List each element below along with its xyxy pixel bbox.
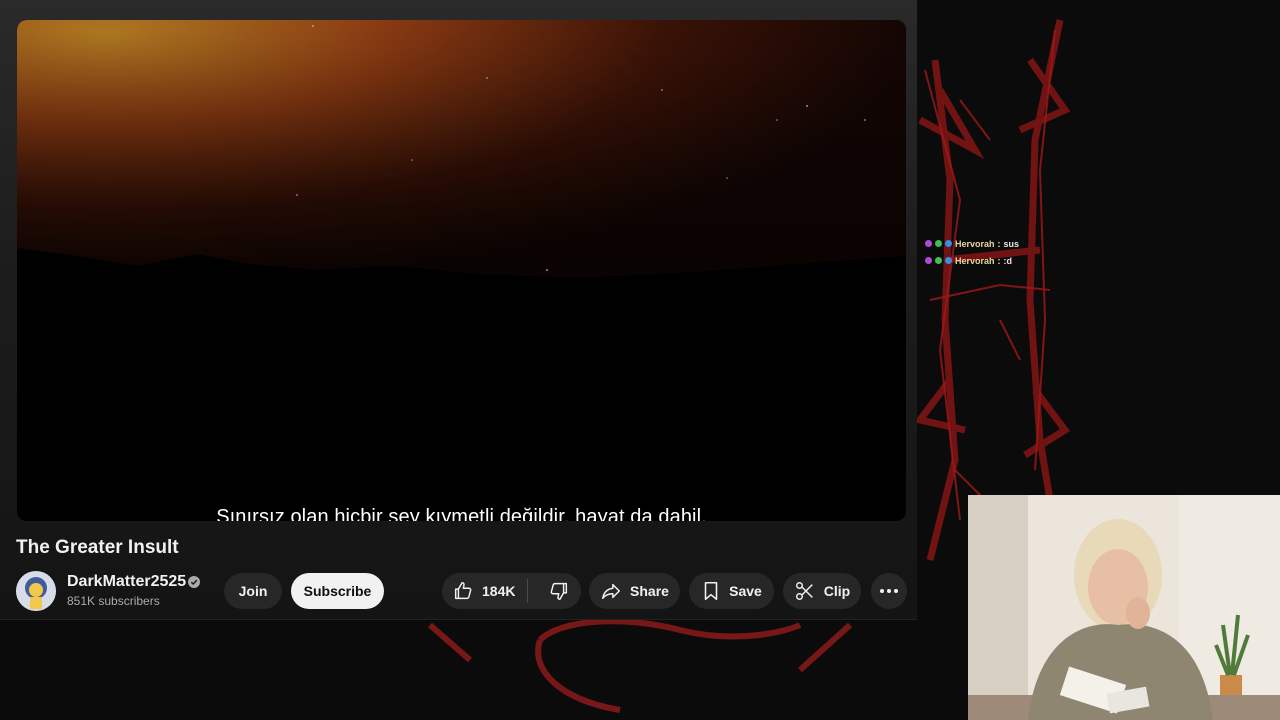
subscribe-label: Subscribe [303,583,372,599]
clip-button[interactable]: Clip [783,573,861,609]
badge-icon [945,257,952,264]
video-player[interactable]: Sınırsız olan hiçbir şey kıymetli değild… [17,20,906,521]
video-subtitle: Sınırsız olan hiçbir şey kıymetli değild… [216,506,707,521]
like-dislike-group: 184K [442,573,581,609]
badge-icon [935,257,942,264]
channel-row: DarkMatter2525 851K subscribers Join Sub… [16,570,911,612]
chat-separator: : [997,238,1001,249]
subscriber-count: 851K subscribers [67,594,160,608]
more-actions-button[interactable] [871,573,907,609]
video-title: The Greater Insult [16,537,179,558]
save-label: Save [729,583,762,599]
badge-icon [935,240,942,247]
badge-icon [925,240,932,247]
youtube-window: Sınırsız olan hiçbir şey kıymetli değild… [0,0,917,620]
chat-username: Hervorah [955,238,995,249]
share-button[interactable]: Share [589,573,680,609]
join-label: Join [238,583,268,599]
join-button[interactable]: Join [224,573,282,609]
subscribe-button[interactable]: Subscribe [291,573,384,609]
webcam-image [968,495,1280,720]
channel-name[interactable]: DarkMatter2525 [67,573,186,591]
chat-text: sus [1003,238,1020,249]
clip-label: Clip [823,583,851,599]
chat-message: Hervorah : :d [925,252,1019,269]
badge-icon [925,257,932,264]
chat-text: :d [1003,255,1013,266]
stream-canvas: Sınırsız olan hiçbir şey kıymetli değild… [0,0,1280,720]
bookmark-icon [704,581,718,601]
like-button[interactable]: 184K [452,579,529,603]
thumbs-down-icon [551,582,568,600]
dislike-button[interactable] [536,580,570,602]
chat-username: Hervorah [955,255,995,266]
avatar-icon [16,571,56,611]
chat-message: Hervorah : sus [925,235,1019,252]
thumbs-up-icon [454,582,472,600]
channel-avatar[interactable] [16,571,56,611]
like-count: 184K [482,583,516,599]
chat-separator: : [997,255,1001,266]
webcam-feed [968,495,1280,720]
share-label: Share [630,583,669,599]
stream-chat-overlay: Hervorah : sus Hervorah : :d [925,235,1019,269]
verified-check-icon [188,576,200,588]
scissors-icon [795,582,813,600]
save-button[interactable]: Save [689,573,774,609]
video-frame [17,20,906,521]
share-arrow-icon [602,583,621,600]
more-horizontal-icon [880,589,898,593]
badge-icon [945,240,952,247]
